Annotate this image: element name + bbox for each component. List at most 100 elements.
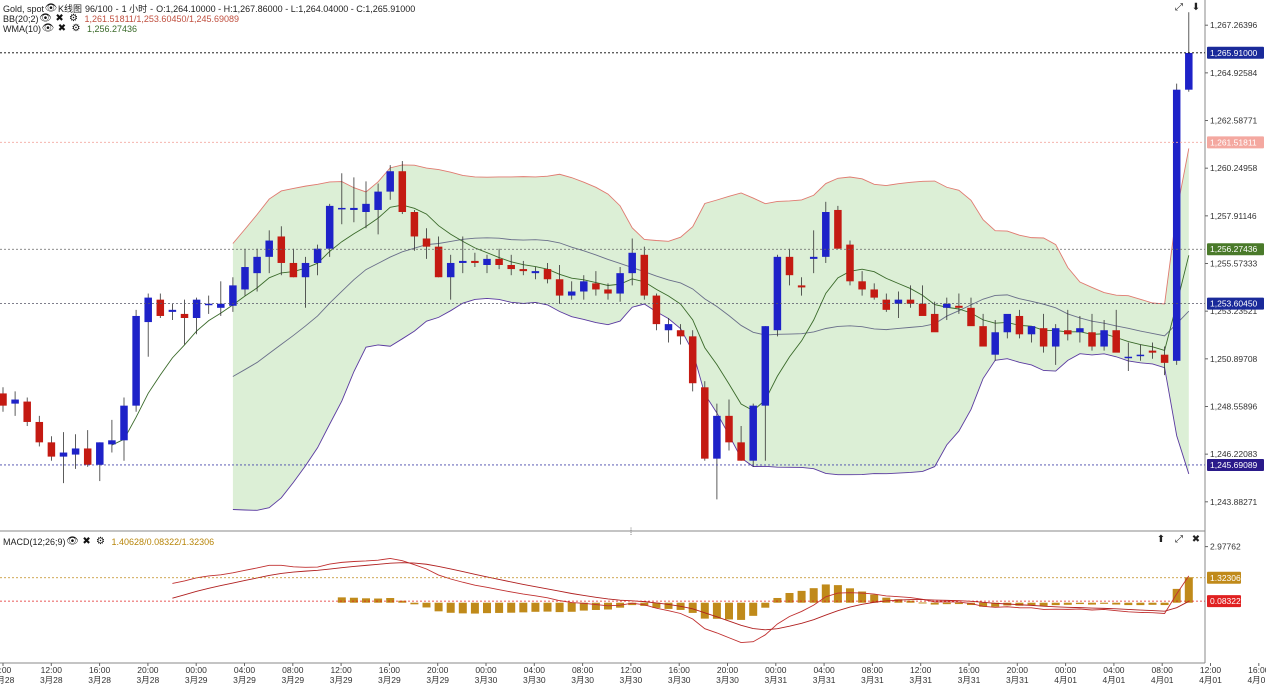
candle-body (834, 209, 842, 249)
candle-body (0, 393, 7, 406)
candle-body (664, 324, 673, 331)
price-tick-label: 1,246.22083 (1210, 449, 1258, 459)
candle-body (11, 399, 19, 404)
price-tick-label: 1,262.58771 (1210, 116, 1258, 126)
macd-histogram-bar (410, 602, 419, 605)
candle-body (132, 315, 140, 406)
macd-histogram-bar (374, 598, 383, 603)
candle-body (701, 387, 709, 459)
candle-body (495, 258, 503, 265)
time-tick-label: 04:00 (1103, 665, 1125, 675)
gear-icon[interactable]: ⚙ (69, 23, 83, 34)
date-tick-label: 4月01 (1151, 675, 1174, 685)
wma-legend: WMA(10) 👁 ✖ ⚙ 1,256.27436 (3, 23, 137, 34)
candle-body (749, 405, 757, 461)
candle-body (1015, 315, 1024, 335)
macd-histogram-bar (567, 602, 576, 612)
candle-body (592, 283, 600, 290)
price-tick-label: 1,250.89708 (1210, 354, 1258, 364)
candle-body (483, 258, 491, 265)
candle (11, 391, 19, 416)
candle-body (846, 244, 854, 282)
macd-histogram-bar (918, 602, 927, 604)
candle (688, 330, 697, 392)
candle (664, 318, 673, 343)
candle-body (943, 303, 951, 308)
eye-icon[interactable]: 👁 (66, 536, 80, 547)
down-arrow-icon[interactable]: ⬇ (1189, 2, 1203, 14)
close-icon[interactable]: ✖ (1189, 534, 1203, 546)
macd-values: 1.40628/0.08322/1.32306 (111, 536, 215, 547)
time-tick-label: 8:00 (0, 665, 12, 675)
candle-body (737, 442, 745, 461)
macd-histogram-bar (1112, 602, 1121, 605)
macd-histogram-bar (483, 602, 491, 614)
macd-histogram-bar (809, 588, 818, 603)
eye-icon[interactable]: 👁 (41, 23, 55, 34)
candle-body (410, 212, 419, 237)
candle-body (628, 252, 636, 274)
gear-icon[interactable]: ⚙ (94, 536, 108, 547)
candle (0, 387, 7, 412)
candle-body (604, 289, 612, 294)
close-icon[interactable]: ✖ (80, 536, 94, 547)
up-arrow-icon[interactable]: ⬆ (1154, 534, 1168, 546)
candle-body (1148, 350, 1157, 353)
candle (83, 430, 92, 467)
candle-body (543, 269, 552, 280)
macd-histogram-bar (1160, 602, 1169, 606)
date-tick-label: 3月29 (281, 675, 304, 685)
candle-body (217, 303, 225, 308)
candle-body (725, 415, 733, 443)
candle-body (1003, 313, 1012, 333)
time-tick-label: 04:00 (234, 665, 256, 675)
price-tick-label: 1,255.57333 (1210, 259, 1258, 269)
candle (773, 254, 782, 337)
price-tick-label: 1,257.91146 (1210, 211, 1257, 221)
macd-histogram-bar (386, 598, 395, 603)
candle-body (434, 246, 443, 278)
candle-body (580, 281, 588, 292)
candle-body (870, 289, 878, 298)
candle (834, 205, 842, 249)
candle-body (374, 191, 382, 210)
candle-body (338, 207, 346, 210)
candle-body (858, 281, 866, 290)
candle-body (241, 267, 249, 290)
date-tick-label: 3月28 (137, 675, 160, 685)
candle-body (471, 260, 479, 263)
splitter-icon[interactable]: ⁞ (624, 527, 638, 539)
macd-histogram-bar (507, 602, 516, 613)
time-tick-label: 00:00 (1055, 665, 1077, 675)
candle-body (991, 332, 999, 355)
date-tick-label: 3月31 (764, 675, 787, 685)
last-price-label: 1,265.91000 (1210, 48, 1258, 58)
macd-histogram-bar (555, 602, 564, 613)
macd-histogram-bar (543, 602, 552, 612)
candle-body (822, 212, 830, 257)
candle (217, 281, 225, 316)
time-tick-label: 12:00 (620, 665, 642, 675)
time-tick-label: 04:00 (524, 665, 546, 675)
close-icon[interactable]: ✖ (55, 23, 69, 34)
candle-body (71, 448, 80, 455)
macd-histogram-bar (1148, 602, 1157, 605)
macd-histogram-bar (519, 602, 528, 613)
time-tick-label: 00:00 (186, 665, 208, 675)
expand-icon[interactable]: ⤢ (1172, 2, 1186, 14)
chart-canvas[interactable]: 1,267.26396 1,264.92584 1,262.58771 1,260.2… (0, 0, 1266, 685)
candle-body (156, 299, 165, 316)
candle-body (96, 442, 104, 465)
candle-body (507, 265, 515, 270)
candle-body (1112, 330, 1120, 353)
macd-hist-price-label: 1.32306 (1210, 573, 1241, 583)
date-tick-label: 3月29 (185, 675, 208, 685)
candle (120, 397, 128, 461)
macd-histogram-bar (700, 602, 709, 619)
date-tick-label: 4月01 (1103, 675, 1126, 685)
date-tick-label: 3月29 (378, 675, 401, 685)
ohlc-readout: O:1,264.10000 - H:1,267.86000 - L:1,264.… (156, 3, 416, 14)
time-tick-label: 08:00 (1152, 665, 1174, 675)
expand-icon[interactable]: ⤢ (1172, 534, 1186, 546)
date-tick-label: 3月30 (620, 675, 643, 685)
